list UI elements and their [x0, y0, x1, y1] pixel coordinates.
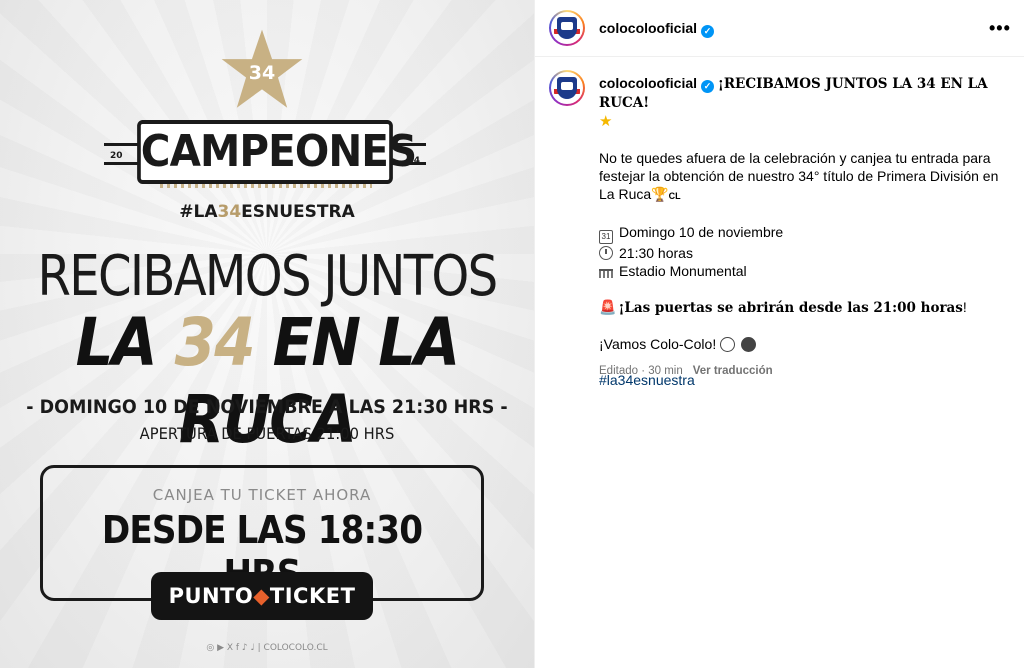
puntoticket-logo: PUNTO◆TICKET: [151, 572, 373, 620]
event-time: 21:30 horas: [619, 245, 693, 261]
puntoticket-part-a: PUNTO: [168, 584, 254, 608]
headline2-part-a: LA: [75, 304, 175, 381]
poster-headline-line1: RECIBAMOS JUNTOS: [37, 244, 499, 309]
trophy-emoji-icon: 🏆: [651, 186, 669, 202]
chile-flag-icon: CL: [668, 191, 681, 201]
poster-date-line: - DOMINGO 10 DE NOVIEMBRE A LAS 21:30 HR…: [26, 396, 508, 418]
doors-notice-end: !: [962, 299, 967, 315]
avatar[interactable]: [549, 10, 585, 46]
campeones-banner: 20 24 CAMPEONES: [104, 120, 426, 186]
gold-star-icon: 34: [220, 28, 304, 112]
poster-footer: ◎ ▶ X f ♪ ♩ | COLOCOLO.CL: [206, 643, 328, 653]
post-image[interactable]: 34 20 24 CAMPEONES #LA34ESNUESTRA RECIBA…: [0, 0, 534, 668]
siren-emoji-icon: 🚨: [599, 299, 617, 315]
white-circle-icon: [720, 337, 736, 352]
doors-notice: ¡Las puertas se abrirán desde las 21:00 …: [618, 300, 963, 316]
hashtag-part-b: 34: [217, 202, 242, 222]
post-header: colocolooficial ✓ •••: [535, 0, 1024, 57]
club-crest-icon: [551, 72, 583, 104]
calendar-icon: 31: [599, 230, 613, 244]
post-details-panel: colocolooficial ✓ ••• colocolooficial ✓ ¡R…: [534, 0, 1024, 668]
event-date: Domingo 10 de noviembre: [619, 224, 784, 240]
flame-icon: ◆: [253, 584, 270, 608]
hashtag-part-c: ESNUESTRA: [241, 202, 355, 222]
poster-doors-line: APERTURA DE PUERTAS 21:00 HRS: [139, 424, 395, 443]
translate-button[interactable]: Ver traducción: [693, 365, 773, 377]
clock-icon: [599, 246, 613, 260]
black-circle-icon: [741, 337, 757, 352]
headline2-number: 34: [174, 304, 256, 381]
cheer-text: ¡Vamos Colo-Colo!: [599, 336, 717, 352]
puntoticket-part-b: TICKET: [269, 584, 356, 608]
poster-hashtag: #LA34ESNUESTRA: [0, 202, 534, 222]
campeones-title: CAMPEONES: [137, 120, 417, 184]
edited-timestamp: Editado · 30 min: [599, 365, 683, 377]
more-options-icon[interactable]: •••: [989, 18, 1011, 39]
stadium-icon: [599, 265, 613, 278]
hashtag-part-a: #LA: [179, 202, 218, 222]
star-emoji-icon: ★: [599, 113, 613, 130]
post-caption: colocolooficial ✓ ¡RECIBAMOS JUNTOS LA 34…: [599, 74, 1011, 407]
star-number: 34: [248, 62, 276, 84]
verified-badge-icon: ✓: [701, 25, 715, 38]
post-meta: Editado · 30 min Ver traducción: [599, 365, 773, 377]
year-left: 20: [110, 151, 123, 161]
caption-username[interactable]: colocolooficial: [599, 75, 697, 91]
event-venue: Estadio Monumental: [619, 263, 747, 279]
ticket-label: CANJEA TU TICKET AHORA: [152, 486, 372, 504]
club-crest-icon: [551, 12, 583, 44]
header-username-text[interactable]: colocolooficial: [599, 20, 697, 36]
caption-avatar[interactable]: [549, 70, 585, 106]
gold-dots-divider: [160, 184, 372, 188]
header-username[interactable]: colocolooficial ✓: [599, 20, 715, 38]
verified-badge-icon: ✓: [701, 80, 715, 93]
